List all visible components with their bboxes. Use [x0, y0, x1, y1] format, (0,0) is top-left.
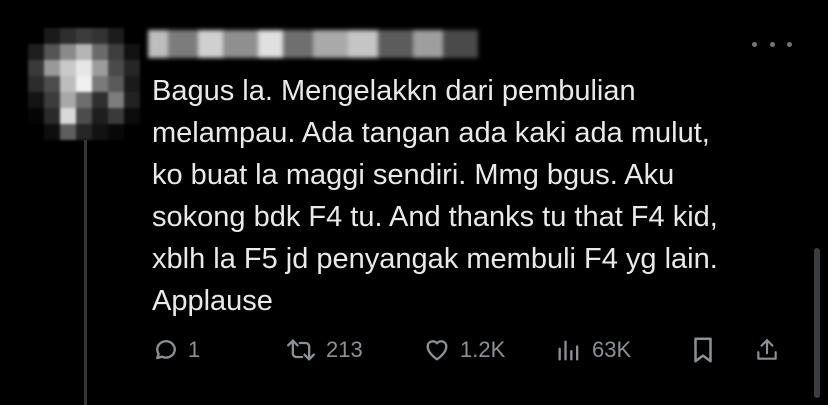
bookmark-button[interactable]	[690, 330, 716, 370]
share-button[interactable]	[754, 330, 780, 370]
thread-line	[84, 140, 87, 405]
heart-icon	[426, 340, 448, 361]
more-dots-icon	[769, 41, 775, 47]
post-text-line: ko buat la maggi sendiri. Mmg bgus. Aku	[152, 159, 675, 191]
reply-icon	[156, 340, 176, 360]
post-text-line: xblh la F5 jd penyangak membuli F4 yg la…	[152, 243, 718, 275]
repost-button[interactable]: 213	[284, 330, 363, 370]
avatar[interactable]	[28, 28, 140, 140]
post-text-line: melampau. Ada tangan ada kaki ada mulut,	[152, 117, 710, 149]
reply-count: 1	[188, 337, 201, 362]
more-dots-icon	[752, 41, 757, 47]
author-name-redacted[interactable]	[148, 30, 478, 58]
post-text-line: Applause	[152, 285, 273, 317]
post-text-line: sokong bdk F4 tu. And thanks tu that F4 …	[152, 201, 718, 233]
more-dots-icon	[787, 41, 792, 47]
like-count: 1.2K	[460, 337, 506, 362]
scrollbar[interactable]	[814, 248, 820, 398]
post: Bagus la. Mengelakkn dari pembulian mela…	[0, 0, 828, 405]
more-options-button[interactable]	[752, 34, 792, 54]
reply-button[interactable]: 1	[152, 330, 200, 370]
repost-count: 213	[326, 337, 363, 362]
views-count: 63K	[592, 337, 632, 362]
views-icon	[558, 340, 579, 361]
like-button[interactable]: 1.2K	[422, 330, 505, 370]
post-text-line: Bagus la. Mengelakkn dari pembulian	[152, 75, 636, 107]
views-button[interactable]: 63K	[554, 330, 631, 370]
repost-icon	[287, 339, 316, 361]
bookmark-icon	[694, 337, 712, 363]
action-bar: 1 213 1.2K 63K	[152, 330, 792, 370]
post-text: Bagus la. Mengelakkn dari pembulian mela…	[152, 70, 802, 322]
share-icon	[757, 339, 777, 360]
